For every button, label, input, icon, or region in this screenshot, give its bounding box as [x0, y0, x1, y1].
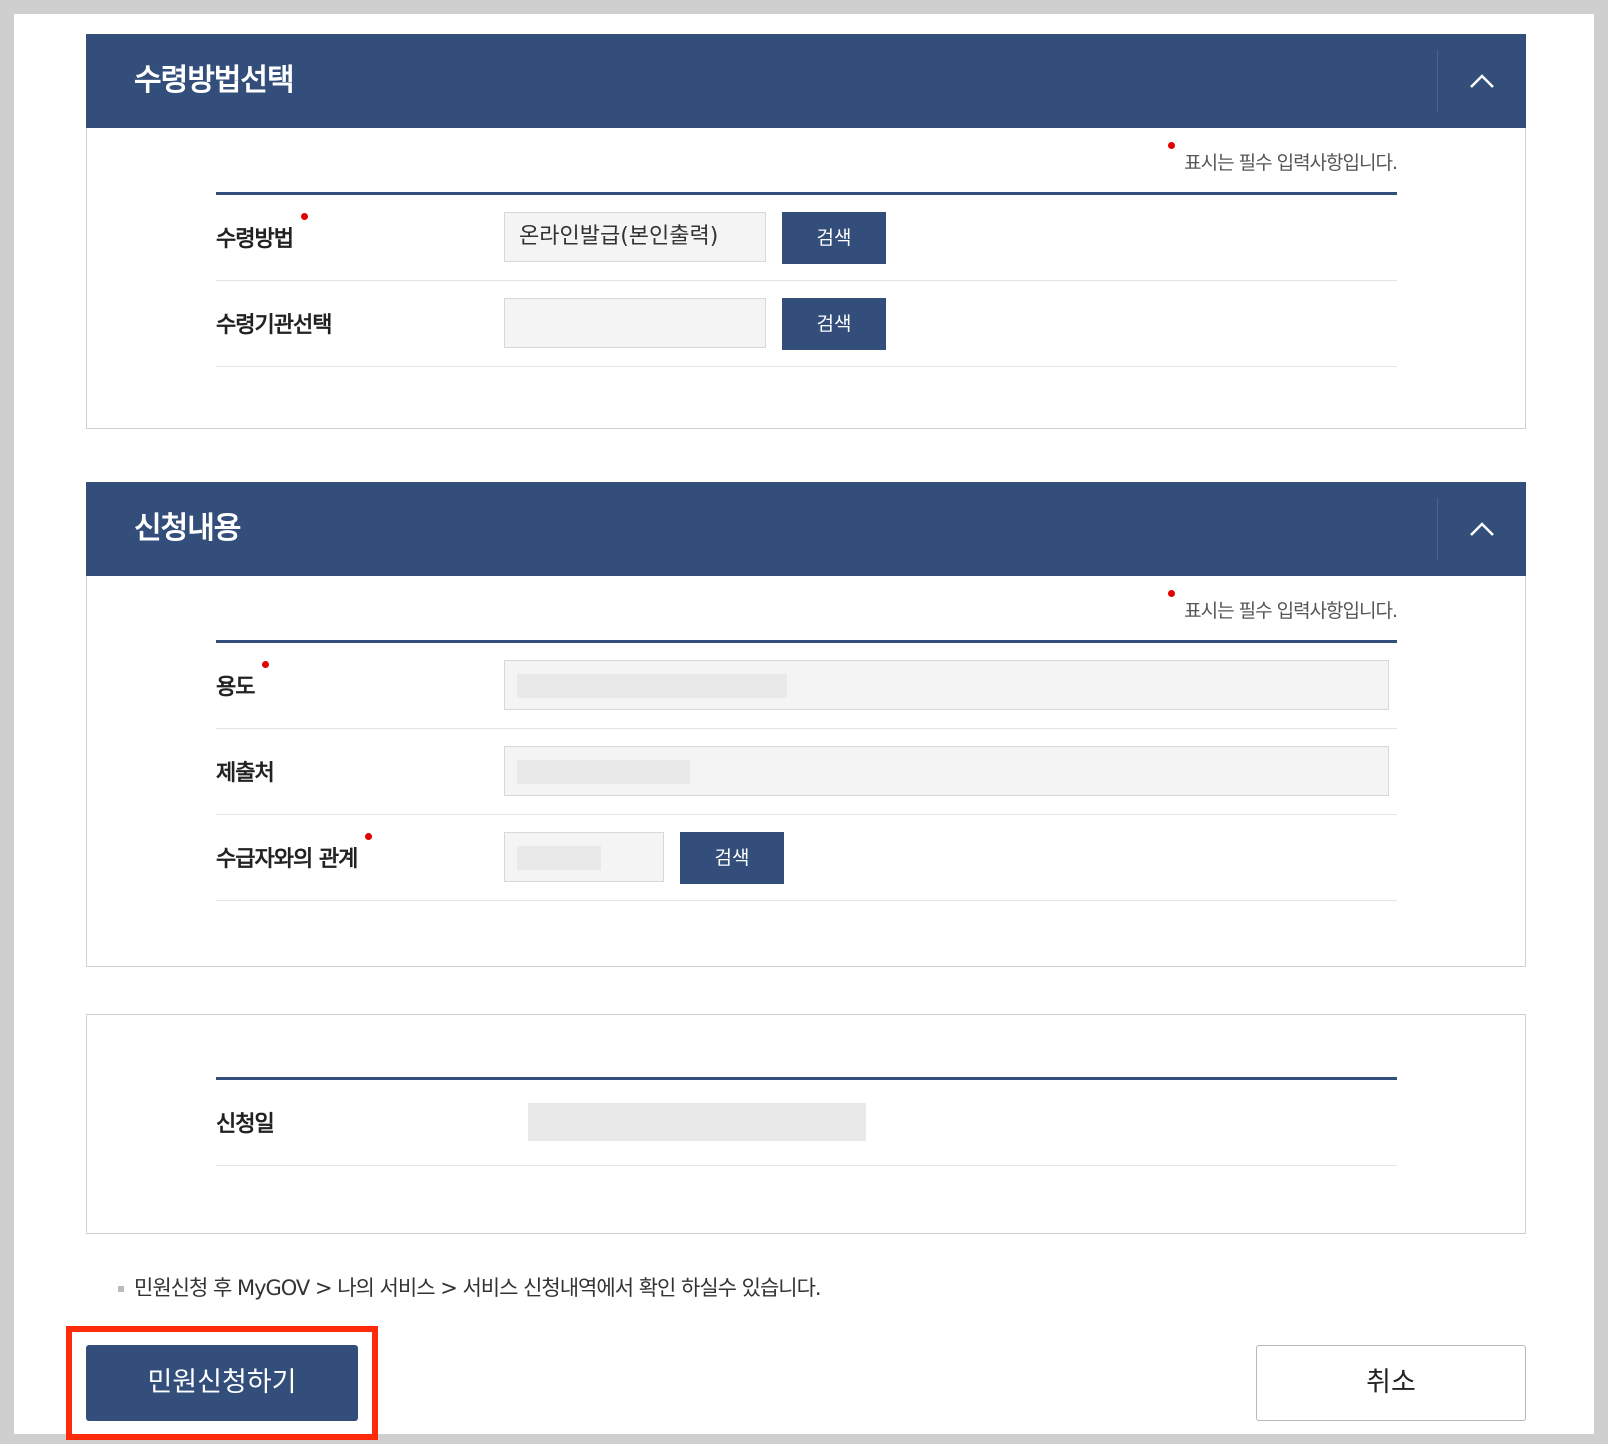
table-row: 수령기관선택 검색	[216, 281, 1397, 367]
collapse-button[interactable]	[1437, 50, 1526, 112]
receipt-method-panel: 수령방법선택 표시는 필수 입력사항입니다. 수령방법 온라인발급(본인출력) …	[86, 34, 1526, 429]
relationship-field[interactable]	[504, 832, 664, 882]
cancel-button[interactable]: 취소	[1256, 1345, 1526, 1421]
application-date-body: 신청일	[86, 1014, 1526, 1234]
search-button[interactable]: 검색	[680, 832, 784, 884]
row-label: 수령방법	[216, 195, 308, 285]
application-body: 표시는 필수 입력사항입니다. 용도 제출처 수급자와의 관계 검색	[86, 576, 1526, 967]
search-button[interactable]: 검색	[782, 212, 886, 264]
row-label: 수령기관선택	[216, 313, 332, 338]
application-date-field	[528, 1103, 866, 1141]
row-label: 수급자와의 관계	[216, 815, 373, 905]
row-label: 용도	[216, 643, 270, 733]
required-dot-icon	[262, 661, 270, 668]
notice-text: 민원신청 후 MyGOV > 나의 서비스 > 서비스 신청내역에서 확인 하실…	[118, 1272, 822, 1302]
required-dot-icon	[365, 833, 373, 840]
required-note: 표시는 필수 입력사항입니다.	[1168, 142, 1398, 175]
required-dot-icon	[300, 213, 308, 220]
collapse-button[interactable]	[1437, 498, 1526, 560]
row-label: 제출처	[216, 761, 275, 786]
redacted-value	[517, 846, 601, 870]
receipt-method-body: 표시는 필수 입력사항입니다. 수령방법 온라인발급(본인출력) 검색 수령기관…	[86, 128, 1526, 429]
application-date-table: 신청일	[216, 1077, 1397, 1166]
table-row: 제출처	[216, 729, 1397, 815]
table-row: 신청일	[216, 1080, 1397, 1166]
application-header: 신청내용	[86, 482, 1526, 576]
panel-title: 신청내용	[134, 511, 241, 546]
search-button[interactable]: 검색	[782, 298, 886, 350]
submit-application-button[interactable]: 민원신청하기	[86, 1345, 358, 1421]
panel-title: 수령방법선택	[134, 63, 295, 98]
required-dot-icon	[1168, 142, 1176, 149]
receipt-method-field[interactable]: 온라인발급(본인출력)	[504, 212, 766, 262]
table-row: 수령방법 온라인발급(본인출력) 검색	[216, 195, 1397, 281]
submit-to-field[interactable]	[504, 746, 1389, 796]
chevron-up-icon	[1470, 522, 1494, 536]
table-row: 수급자와의 관계 검색	[216, 815, 1397, 901]
required-note: 표시는 필수 입력사항입니다.	[1168, 590, 1398, 623]
row-label: 신청일	[216, 1112, 275, 1137]
redacted-value	[517, 760, 690, 784]
table-row: 용도	[216, 643, 1397, 729]
chevron-up-icon	[1470, 74, 1494, 88]
application-panel: 신청내용 표시는 필수 입력사항입니다. 용도 제출처 수급자와의 관계 검색	[86, 482, 1526, 967]
application-date-panel: 신청일	[86, 1014, 1526, 1234]
receipt-method-table: 수령방법 온라인발급(본인출력) 검색 수령기관선택 검색	[216, 192, 1397, 367]
required-dot-icon	[1168, 590, 1176, 597]
redacted-value	[517, 674, 787, 698]
bullet-icon	[118, 1286, 124, 1292]
receipt-agency-field[interactable]	[504, 298, 766, 348]
purpose-field[interactable]	[504, 660, 1389, 710]
application-table: 용도 제출처 수급자와의 관계 검색	[216, 640, 1397, 901]
receipt-method-header: 수령방법선택	[86, 34, 1526, 128]
